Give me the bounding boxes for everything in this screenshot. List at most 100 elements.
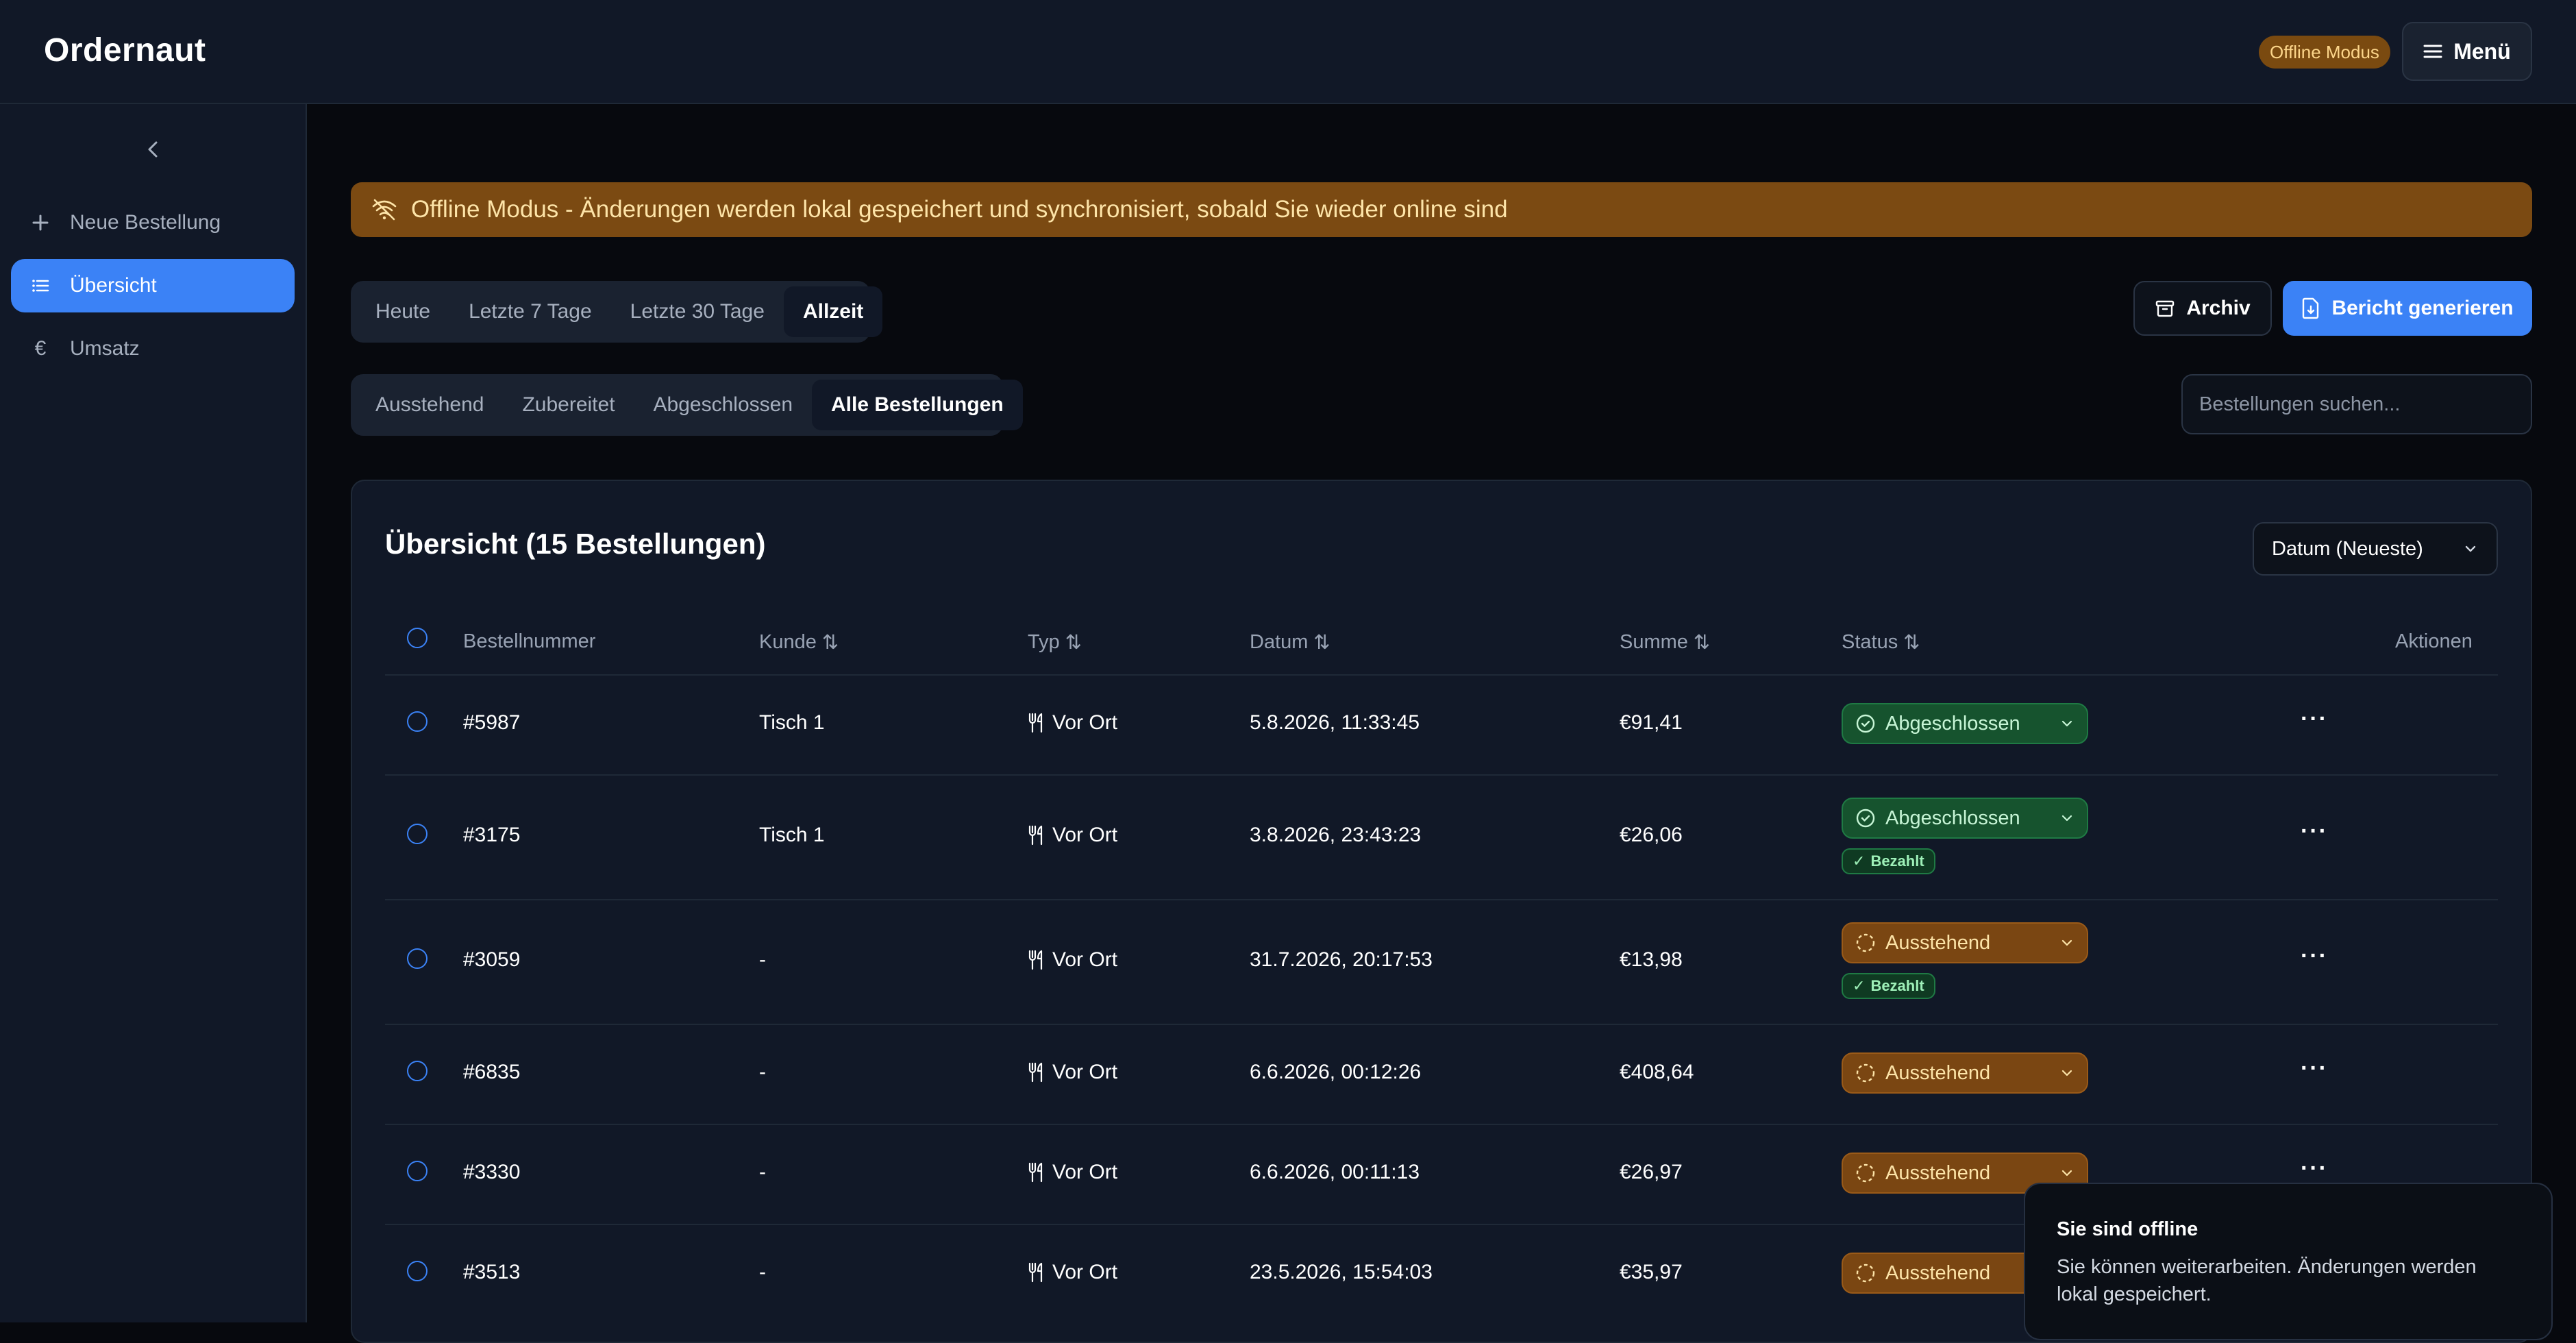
order-number[interactable]: #3175 [463,824,520,847]
tab-prepared[interactable]: Zubereitet [503,380,634,430]
column-header-order-number: Bestellnummer [463,630,596,652]
sidebar-item-new-order[interactable]: Neue Bestellung [11,196,295,249]
order-search-input[interactable] [2181,374,2532,434]
toast-message: Sie können weiterarbeiten. Änderungen we… [2057,1256,2477,1305]
tab-all-time[interactable]: Allzeit [783,286,883,337]
column-header-customer[interactable]: Kunde ⇅ [759,630,839,654]
paid-badge: ✓ Bezahlt [1842,848,1935,874]
menu-label: Menü [2453,38,2511,64]
sidebar-item-revenue[interactable]: € Umsatz [11,322,295,375]
row-checkbox[interactable] [407,948,428,969]
menu-button[interactable]: Menü [2402,22,2532,81]
row-checkbox[interactable] [407,1061,428,1081]
sidebar-item-label: Umsatz [70,337,140,360]
order-date: 6.6.2026, 00:11:13 [1250,1161,1420,1183]
app-title: Ordernaut [44,32,206,69]
customer: Tisch 1 [759,711,825,734]
loader-circle-icon [1855,933,1876,953]
row-checkbox[interactable] [407,1161,428,1181]
generate-report-button[interactable]: Bericht generieren [2283,281,2532,336]
cutlery-icon [1028,1162,1045,1183]
row-actions-button[interactable]: ··· [2301,1055,2328,1082]
loader-circle-icon [1855,1063,1876,1083]
customer: Tisch 1 [759,824,825,846]
row-actions-button[interactable]: ··· [2301,943,2328,970]
archive-button[interactable]: Archiv [2133,281,2272,336]
order-number[interactable]: #3330 [463,1161,520,1184]
collapse-sidebar-button[interactable] [141,137,166,162]
sidebar-item-overview[interactable]: Übersicht [11,259,295,312]
offline-banner-text: Offline Modus - Änderungen werden lokal … [411,196,1508,223]
euro-icon: € [34,337,47,360]
order-number[interactable]: #3059 [463,948,520,972]
status-dropdown[interactable]: Ausstehend [1842,1052,2088,1094]
tab-completed[interactable]: Abgeschlossen [634,380,812,430]
check-icon: ✓ [1853,852,1866,870]
plus-icon [30,212,51,233]
row-divider [385,1024,2498,1025]
customer: - [759,1061,766,1083]
order-number[interactable]: #6835 [463,1061,520,1084]
chevron-left-icon [141,137,166,162]
sort-icon: ⇅ [1313,632,1330,654]
list-icon [30,275,51,296]
cutlery-icon [1028,1262,1045,1283]
tab-last-30-days[interactable]: Letzte 30 Tage [611,286,784,337]
row-actions-button[interactable]: ··· [2301,706,2328,732]
hamburger-icon [2423,43,2442,60]
column-header-date[interactable]: Datum ⇅ [1250,630,1330,654]
status-filter-tabs: Ausstehend Zubereitet Abgeschlossen Alle… [351,374,1023,436]
cutlery-icon [1028,950,1045,970]
column-header-total[interactable]: Summe ⇅ [1620,630,1710,654]
row-checkbox[interactable] [407,711,428,732]
order-number[interactable]: #5987 [463,711,520,735]
offline-banner: Offline Modus - Änderungen werden lokal … [351,182,2532,237]
tab-all-orders[interactable]: Alle Bestellungen [812,380,1023,430]
tab-today[interactable]: Heute [356,286,449,337]
select-all-checkbox[interactable] [407,628,428,648]
order-type: Vor Ort [1028,824,1117,847]
order-number[interactable]: #3513 [463,1261,520,1284]
chevron-down-icon [2059,716,2075,731]
toast-title: Sie sind offline [2057,1218,2199,1240]
row-actions-button[interactable]: ··· [2301,818,2328,845]
column-header-actions: Aktionen [2395,630,2473,652]
sidebar: Neue Bestellung Übersicht € Umsatz [0,104,307,1322]
sort-icon: ⇅ [1903,632,1920,654]
status-dropdown[interactable]: Abgeschlossen [1842,798,2088,839]
sort-select[interactable]: Datum (Neueste) [2253,522,2498,576]
check-circle-icon [1855,713,1876,734]
row-divider [385,1124,2498,1125]
order-total: €35,97 [1620,1261,1683,1283]
sort-icon: ⇅ [1693,632,1711,654]
loader-circle-icon [1855,1163,1876,1183]
sidebar-item-label: Übersicht [70,274,157,297]
chevron-down-icon [2059,1166,2075,1181]
tab-pending[interactable]: Ausstehend [356,380,503,430]
order-total: €13,98 [1620,948,1683,971]
order-date: 5.8.2026, 11:33:45 [1250,711,1420,734]
status-dropdown[interactable]: Ausstehend [1842,922,2088,963]
order-type: Vor Ort [1028,1161,1117,1184]
column-header-status[interactable]: Status ⇅ [1842,630,1920,654]
loader-circle-icon [1855,1263,1876,1283]
order-type: Vor Ort [1028,1261,1117,1284]
row-divider [385,774,2498,776]
order-date: 6.6.2026, 00:12:26 [1250,1061,1422,1083]
row-divider [385,899,2498,900]
row-checkbox[interactable] [407,1261,428,1281]
order-total: €26,06 [1620,824,1683,846]
tab-last-7-days[interactable]: Letzte 7 Tage [449,286,611,337]
check-icon: ✓ [1853,977,1866,994]
column-header-type[interactable]: Typ ⇅ [1028,630,1082,654]
order-total: €91,41 [1620,711,1683,734]
offline-toast: Sie sind offline Sie können weiterarbeit… [2024,1183,2553,1340]
status-dropdown[interactable]: Abgeschlossen [1842,703,2088,744]
sidebar-item-label: Neue Bestellung [70,211,221,234]
order-total: €408,64 [1620,1061,1694,1083]
chevron-down-icon [2059,1065,2075,1081]
row-checkbox[interactable] [407,824,428,844]
wifi-off-icon [371,198,397,221]
order-type: Vor Ort [1028,1061,1117,1084]
row-actions-button[interactable]: ··· [2301,1155,2328,1182]
